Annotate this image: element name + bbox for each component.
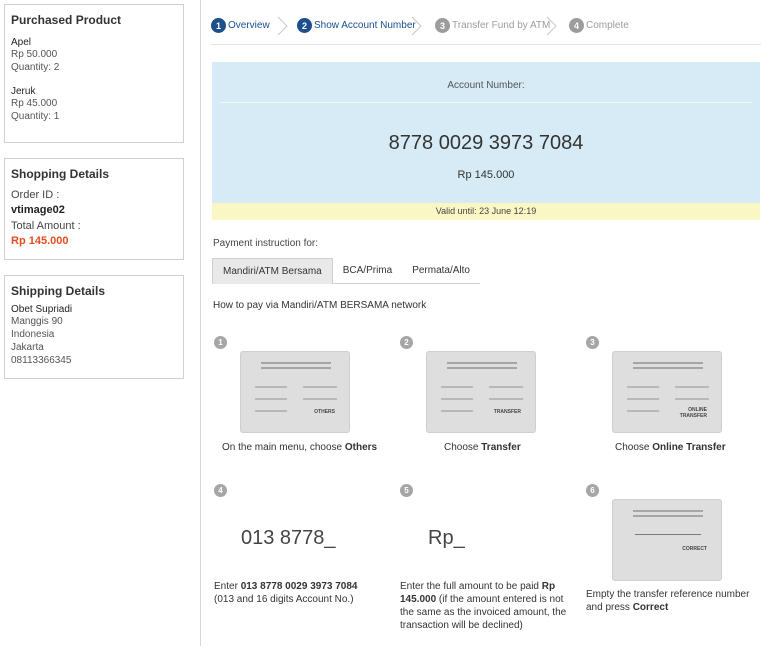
valid-until-bar: Valid until: 23 June 12:19 [212, 203, 760, 220]
atm-screen-image: TRANSFER [426, 351, 536, 433]
entry-display: 013 8778_ [241, 527, 336, 549]
instruction-step-4: 4 013 8778_ Enter 013 8778 0029 3973 708… [214, 484, 394, 609]
step-transfer-fund[interactable]: 3 Transfer Fund by ATM [435, 18, 550, 33]
recipient-name: Obet Supriadi [11, 304, 73, 315]
product-name: Apel [11, 37, 32, 48]
divider [220, 102, 752, 103]
address-city: Jakarta [11, 342, 44, 353]
step-complete[interactable]: 4 Complete [569, 18, 629, 33]
step-number: 1 [211, 18, 226, 33]
total-amount-label: Total Amount : [11, 220, 81, 232]
account-amount: Rp 145.000 [457, 169, 515, 181]
atm-screen-image: OTHERS [240, 351, 350, 433]
phone-number: 08113366345 [11, 355, 72, 366]
step-overview[interactable]: 1 Overview [211, 18, 270, 33]
step-number: 4 [569, 18, 584, 33]
step-label: Show Account Number [314, 20, 416, 31]
account-number-box: Account Number: 8778 0029 3973 7084 Rp 1… [212, 62, 760, 203]
address-line: Manggis 90 [11, 316, 63, 327]
shipping-details-title: Shipping Details [11, 284, 106, 298]
atm-screen-image: CORRECT [612, 499, 722, 581]
how-to-pay-heading: How to pay via Mandiri/ATM BERSAMA netwo… [213, 300, 427, 311]
chevron-right-icon [546, 16, 557, 36]
progress-steps: 1 Overview 2 Show Account Number 3 Trans… [211, 12, 761, 42]
instruction-number: 2 [400, 336, 413, 349]
screen-key-label: CORRECT [682, 546, 707, 552]
product-name: Jeruk [11, 86, 36, 97]
entry-display: Rp_ [428, 527, 465, 549]
instruction-caption: Enter 013 8778 0029 3973 7084 (013 and 1… [214, 581, 358, 605]
steps-divider [211, 44, 761, 45]
chevron-right-icon [411, 16, 422, 36]
screen-key-label: TRANSFER [493, 409, 521, 415]
step-label: Overview [228, 20, 270, 31]
product-price: Rp 45.000 [11, 98, 58, 109]
product-item: Apel Rp 50.000 Quantity: 2 [11, 37, 177, 74]
order-id-value: vtimage02 [11, 204, 65, 216]
instruction-caption: On the main menu, choose Others [222, 442, 378, 453]
instruction-step-3: 3 ONLINE TRANSFER Choose Online Transfer [586, 336, 766, 461]
chevron-right-icon [277, 16, 288, 36]
total-amount-value: Rp 145.000 [11, 235, 69, 247]
tab-bca-prima[interactable]: BCA/Prima [333, 258, 402, 284]
instruction-caption: Empty the transfer reference number and … [586, 589, 750, 613]
instruction-caption: Enter the full amount to be paid Rp 145.… [400, 581, 567, 631]
order-id-label: Order ID : [11, 189, 60, 201]
instruction-step-1: 1 OTHERS On the main menu, choose Others [214, 336, 394, 461]
payment-tabs: Mandiri/ATM Bersama BCA/Prima Permata/Al… [212, 258, 480, 284]
instruction-number: 5 [400, 484, 413, 497]
purchased-product-panel: Purchased Product Apel Rp 50.000 Quantit… [4, 4, 184, 143]
screen-key-label: OTHERS [314, 409, 335, 415]
step-number: 2 [297, 18, 312, 33]
instruction-number: 1 [214, 336, 227, 349]
account-number-label: Account Number: [447, 80, 525, 91]
product-price: Rp 50.000 [11, 49, 58, 60]
atm-screen-image: ONLINE TRANSFER [612, 351, 722, 433]
screen-key-label: ONLINE TRANSFER [679, 407, 707, 419]
step-show-account-number[interactable]: 2 Show Account Number [297, 18, 416, 33]
payment-instruction-label: Payment instruction for: [213, 238, 319, 249]
shopping-details-panel: Shopping Details Order ID : vtimage02 To… [4, 158, 184, 260]
main-content: 1 Overview 2 Show Account Number 3 Trans… [200, 0, 776, 646]
tab-permata-alto[interactable]: Permata/Alto [402, 258, 480, 284]
account-number: 8778 0029 3973 7084 [388, 132, 584, 154]
address-country: Indonesia [11, 329, 55, 340]
instruction-caption: Choose Online Transfer [615, 442, 726, 453]
instruction-caption: Choose Transfer [444, 442, 521, 453]
product-quantity: Quantity: 2 [11, 62, 60, 73]
shipping-details-panel: Shipping Details Obet Supriadi Manggis 9… [4, 275, 184, 379]
tab-mandiri-atm-bersama[interactable]: Mandiri/ATM Bersama [212, 258, 333, 284]
product-item: Jeruk Rp 45.000 Quantity: 1 [11, 86, 177, 123]
step-label: Complete [586, 20, 629, 31]
instruction-step-6: 6 CORRECT Empty the transfer reference n… [586, 484, 766, 619]
step-label: Transfer Fund by ATM [452, 20, 551, 31]
product-quantity: Quantity: 1 [11, 111, 60, 122]
instruction-step-2: 2 TRANSFER Choose Transfer [400, 336, 580, 461]
step-number: 3 [435, 18, 450, 33]
instruction-step-5: 5 Rp_ Enter the full amount to be paid R… [400, 484, 580, 634]
purchased-product-title: Purchased Product [11, 13, 122, 27]
shopping-details-title: Shopping Details [11, 167, 110, 181]
instruction-number: 4 [214, 484, 227, 497]
instruction-number: 6 [586, 484, 599, 497]
instruction-number: 3 [586, 336, 599, 349]
